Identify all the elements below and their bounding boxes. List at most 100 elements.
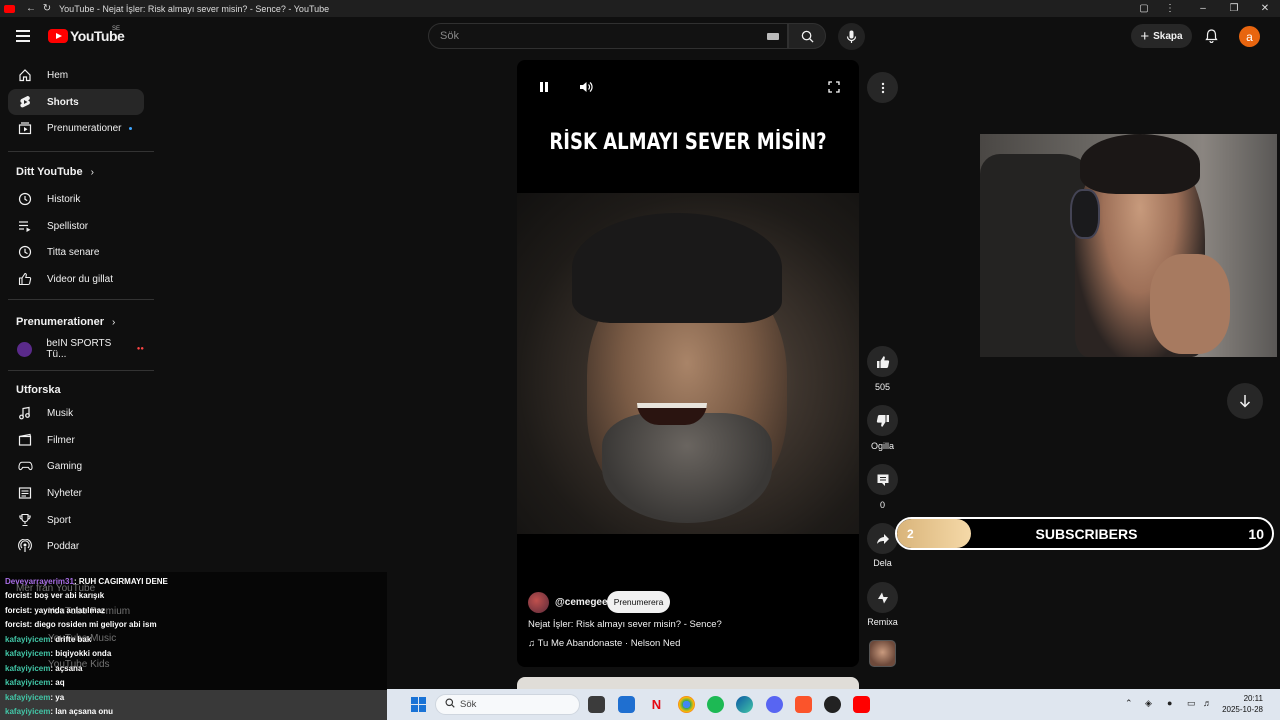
menu-dots-icon[interactable]: ⋮ <box>1155 0 1185 17</box>
obs-icon[interactable] <box>824 696 841 713</box>
dislike-button[interactable] <box>867 405 898 436</box>
search-button[interactable] <box>788 23 826 49</box>
you-section-title[interactable]: Ditt YouTube › <box>16 166 94 178</box>
sidebar-item-news[interactable]: Nyheter <box>8 480 144 506</box>
more-vert-icon <box>881 82 884 93</box>
remix-icon <box>877 592 888 603</box>
remix-label: Remixa <box>867 617 898 627</box>
notifications-button[interactable] <box>1200 25 1222 47</box>
close-button[interactable]: ✕ <box>1250 0 1280 17</box>
sidebar-item-music[interactable]: Musik <box>8 400 144 426</box>
sidebar-item-sport[interactable]: Sport <box>8 507 144 533</box>
chat-text: : yayında anlatılmaz <box>29 606 106 615</box>
sidebar-item-gaming[interactable]: Gaming <box>8 453 144 479</box>
windows-start-icon[interactable] <box>411 697 426 712</box>
mic-tray-icon[interactable]: ● <box>1167 698 1172 708</box>
music-title: Tu Me Abandonaste · Nelson Ned <box>537 638 681 649</box>
sidebar-item-podcasts[interactable]: Poddar <box>8 533 144 559</box>
channel-name[interactable]: @cemegee <box>555 597 608 608</box>
sidebar-divider <box>8 370 154 371</box>
sidebar-item-watch-later[interactable]: Titta senare <box>8 239 144 265</box>
sidebar-item-label: Nyheter <box>47 487 83 499</box>
like-count: 505 <box>874 382 891 392</box>
fullscreen-icon <box>828 81 840 93</box>
sidebar-item-history[interactable]: Historik <box>8 186 144 212</box>
sidebar-item-label: Filmer <box>47 434 75 446</box>
news-icon <box>17 485 33 501</box>
thumbs-down-icon <box>876 414 889 427</box>
shorts-player[interactable]: RİSK ALMAYI SEVER MİSİN? @cemegee Prenum… <box>517 60 859 667</box>
reload-icon[interactable]: ↻ <box>41 3 53 15</box>
volume-tray-icon[interactable]: ♬ <box>1203 698 1212 708</box>
shorts-icon <box>17 94 33 110</box>
streamer-webcam <box>980 134 1277 357</box>
dislike-label: Ogilla <box>870 441 894 451</box>
sound-thumbnail[interactable] <box>869 640 896 667</box>
chat-text: : boş ver abi karışık <box>29 591 105 600</box>
volume-button[interactable] <box>577 78 595 96</box>
sidebar-item-playlists[interactable]: Spellistor <box>8 213 144 239</box>
pause-button[interactable] <box>535 78 553 96</box>
subscribe-button[interactable]: Prenumerera <box>607 591 670 613</box>
menu-icon[interactable] <box>16 30 30 42</box>
sidebar-item-shorts[interactable]: Shorts <box>8 89 144 115</box>
youtube-logo[interactable]: YouTube SE <box>48 26 125 44</box>
search-box <box>428 23 788 49</box>
sidebar-item-channel[interactable]: beIN SPORTS Tü... ●● <box>8 336 144 362</box>
back-arrow-icon[interactable]: ← <box>25 3 37 15</box>
chat-text: : RUH CAGIRMAYI DENE <box>73 577 168 586</box>
spotify-icon[interactable] <box>707 696 724 713</box>
chat-username: kafayiyicem <box>5 678 51 687</box>
chat-username: kafayiyicem <box>5 664 51 673</box>
next-video-button[interactable] <box>1227 383 1263 419</box>
keyboard-icon[interactable] <box>767 33 779 40</box>
sidebar-item-home[interactable]: Hem <box>8 62 144 88</box>
task-view-icon[interactable] <box>588 696 605 713</box>
subscriptions-section-title[interactable]: Prenumerationer › <box>16 316 115 328</box>
chrome-icon[interactable] <box>678 696 695 713</box>
sidebar-item-subscriptions[interactable]: Prenumerationer <box>8 115 144 141</box>
video-frame <box>517 193 859 534</box>
sidebar-item-liked-videos[interactable]: Videor du gillat <box>8 266 144 292</box>
chevron-right-icon: › <box>90 166 94 178</box>
video-music[interactable]: ♫ Tu Me Abandonaste · Nelson Ned <box>528 638 680 649</box>
comments-button[interactable] <box>867 464 898 495</box>
edge-icon[interactable] <box>736 696 753 713</box>
netflix-icon[interactable]: N <box>648 696 665 713</box>
account-avatar[interactable]: a <box>1239 26 1260 47</box>
system-clock[interactable]: 20:11 2025-10-28 <box>1213 693 1263 715</box>
brave-icon[interactable] <box>795 696 812 713</box>
more-options-button[interactable] <box>867 72 898 103</box>
chat-message: kafayiyicem: açsana <box>5 664 82 673</box>
search-icon <box>445 698 455 711</box>
maximize-button[interactable]: ❐ <box>1219 0 1249 17</box>
new-content-dot <box>129 126 133 130</box>
discord-icon[interactable] <box>766 696 783 713</box>
video-description[interactable]: Nejat İşler: Risk almayı sever misin? - … <box>528 619 722 630</box>
fullscreen-button[interactable] <box>825 78 843 96</box>
remix-button[interactable] <box>867 582 898 613</box>
sidebar-item-label: Spellistor <box>47 220 89 232</box>
share-button[interactable] <box>867 523 898 554</box>
like-button[interactable] <box>867 346 898 377</box>
store-icon[interactable] <box>618 696 635 713</box>
create-button[interactable]: + Skapa <box>1131 24 1192 48</box>
network-icon[interactable]: ◈ <box>1145 698 1152 709</box>
youtube-app-icon[interactable] <box>853 696 870 713</box>
video-beard <box>602 413 772 523</box>
voice-search-button[interactable] <box>838 23 865 50</box>
playlist-icon <box>17 218 33 234</box>
chat-message: forcist: boş ver abi karışık <box>5 591 104 600</box>
chat-message: forcist: diego rosiden mi geliyor abi is… <box>5 620 157 629</box>
taskbar-search-placeholder: Sök <box>460 699 477 710</box>
display-icon[interactable]: ▭ <box>1187 698 1196 709</box>
sidebar-item-films[interactable]: Filmer <box>8 427 144 453</box>
chat-username: kafayiyicem <box>5 693 51 702</box>
music-note-icon: ♫ <box>528 638 538 649</box>
minimize-button[interactable]: – <box>1188 0 1218 17</box>
search-input[interactable] <box>429 24 729 48</box>
chevron-up-icon[interactable]: ⌃ <box>1125 698 1133 709</box>
channel-avatar[interactable] <box>528 592 549 613</box>
taskbar-search[interactable]: Sök <box>435 694 580 715</box>
chat-message: kafayiyicem: ya <box>5 693 64 702</box>
